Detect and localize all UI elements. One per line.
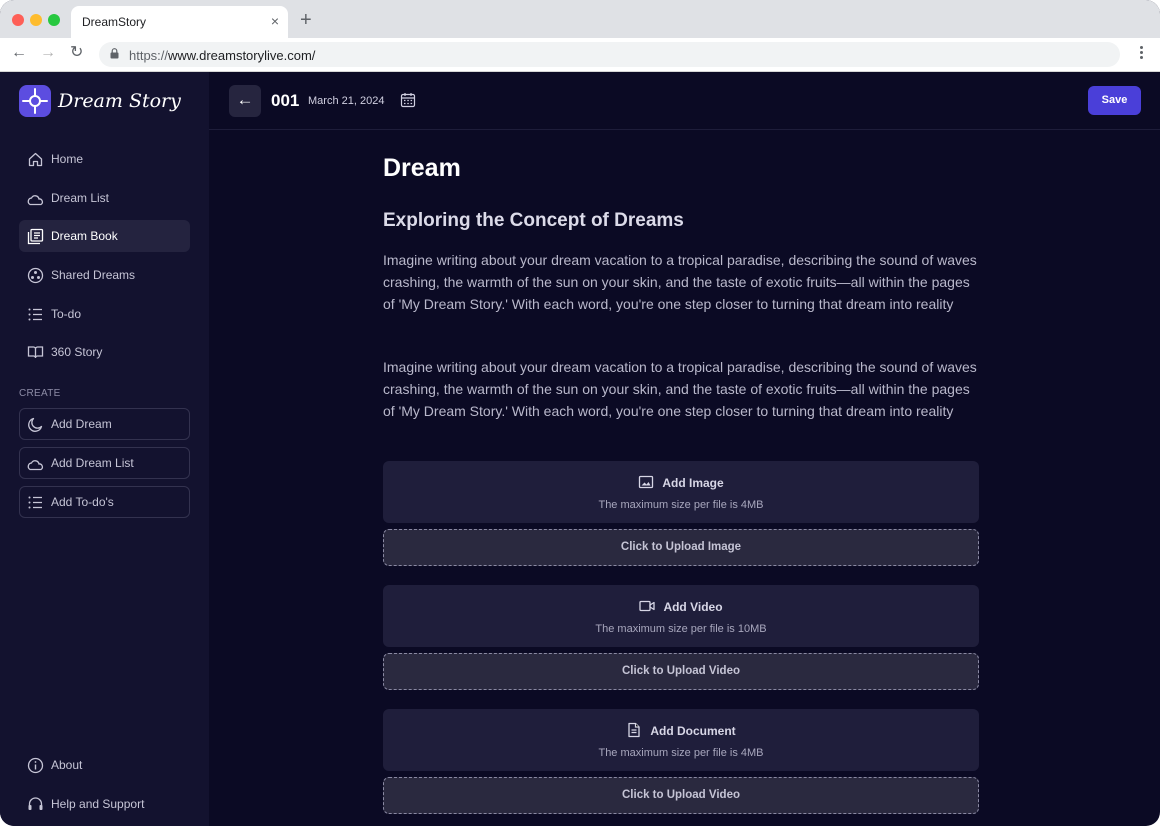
browser-menu-icon[interactable] xyxy=(1140,46,1144,61)
add-to-dos-label: Add To-do's xyxy=(51,495,114,509)
dream-subtitle[interactable]: Exploring the Concept of Dreams xyxy=(383,210,684,232)
add-document-title: Add Document xyxy=(383,722,979,738)
book-icon xyxy=(27,228,44,245)
new-tab-button[interactable]: + xyxy=(300,10,312,30)
browser-back-button[interactable]: ← xyxy=(11,44,27,62)
sidebar-item-help[interactable]: Help and Support xyxy=(19,788,190,820)
add-video-card: Add Video The maximum size per file is 1… xyxy=(383,585,979,647)
dream-list-icon xyxy=(27,460,44,471)
tab-title: DreamStory xyxy=(82,15,147,29)
upload-image-button[interactable]: Click to Upload Image xyxy=(383,529,979,566)
calendar-icon[interactable] xyxy=(400,92,416,108)
browser-tab[interactable]: DreamStory × xyxy=(71,6,288,38)
add-dream-label: Add Dream xyxy=(51,417,112,431)
minimize-window-button[interactable] xyxy=(30,14,42,26)
add-dream-list-label: Add Dream List xyxy=(51,456,134,470)
tab-close-icon[interactable]: × xyxy=(271,13,279,29)
sidebar-item-home[interactable]: Home xyxy=(19,143,190,175)
sidebar-item-dream-list[interactable]: Dream List xyxy=(19,182,190,214)
sidebar-item-dream-book[interactable]: Dream Book xyxy=(19,220,190,252)
browser-window: DreamStory × + ← → ↻ https://www.dreamst… xyxy=(0,0,1160,826)
create-section-label: CREATE xyxy=(19,388,61,399)
story-icon xyxy=(27,346,44,359)
document-icon xyxy=(628,722,640,738)
support-icon xyxy=(28,797,43,810)
sidebar-item-to-do[interactable]: To-do xyxy=(19,298,190,330)
moon-icon xyxy=(28,417,43,432)
add-image-card: Add Image The maximum size per file is 4… xyxy=(383,461,979,523)
upload-video-button[interactable]: Click to Upload Video xyxy=(383,653,979,690)
browser-toolbar: ← → ↻ https://www.dreamstorylive.com/ xyxy=(0,38,1160,72)
reload-icon[interactable]: ↻ xyxy=(70,44,83,62)
sidebar-item-label: Dream List xyxy=(51,191,110,205)
add-to-dos-button[interactable]: Add To-do's xyxy=(19,486,190,518)
video-icon xyxy=(639,600,656,612)
list-icon xyxy=(28,308,42,321)
sidebar-item-shared-dreams[interactable]: Shared Dreams xyxy=(19,259,190,291)
sidebar-item-label: Shared Dreams xyxy=(51,268,136,282)
tab-strip: DreamStory × + xyxy=(0,0,1160,38)
sidebar-item-360-story[interactable]: 360 Story xyxy=(19,336,190,368)
add-document-card: Add Document The maximum size per file i… xyxy=(383,709,979,771)
address-bar[interactable]: https://www.dreamstorylive.com/ xyxy=(99,42,1120,67)
entry-number: 001 xyxy=(271,91,300,110)
entry-date: March 21, 2024 xyxy=(308,95,385,107)
close-window-button[interactable] xyxy=(12,14,24,26)
back-button[interactable]: ← xyxy=(229,85,261,117)
logo-icon xyxy=(19,85,51,117)
browser-forward-button[interactable]: → xyxy=(40,44,56,62)
logo-text: Dream Story xyxy=(58,90,181,112)
sidebar-item-label: Dream Book xyxy=(51,229,118,243)
shared-icon xyxy=(27,267,44,284)
list-icon xyxy=(28,496,42,509)
add-image-note: The maximum size per file is 4MB xyxy=(598,499,764,511)
image-icon xyxy=(639,475,654,489)
add-dream-button[interactable]: Add Dream xyxy=(19,408,190,440)
lock-icon xyxy=(110,48,119,59)
save-button[interactable]: Save xyxy=(1088,86,1141,115)
sidebar-item-about[interactable]: About xyxy=(19,749,190,781)
add-video-title: Add Video xyxy=(383,598,979,614)
dream-paragraph[interactable]: Imagine writing about your dream vacatio… xyxy=(383,249,979,315)
add-document-note: The maximum size per file is 4MB xyxy=(598,747,764,759)
add-image-title: Add Image xyxy=(383,474,979,490)
add-video-note: The maximum size per file is 10MB xyxy=(595,623,767,635)
editor-header: ← 001 March 21, 2024 Save xyxy=(209,72,1160,130)
sidebar-item-label: 360 Story xyxy=(51,345,103,359)
dream-paragraph[interactable]: Imagine writing about your dream vacatio… xyxy=(383,356,979,422)
url-text: https://www.dreamstorylive.com/ xyxy=(129,48,316,63)
sidebar-item-label: To-do xyxy=(51,307,82,321)
page-title: Dream xyxy=(383,154,461,182)
upload-document-button[interactable]: Click to Upload Video xyxy=(383,777,979,814)
info-icon xyxy=(27,757,44,774)
sidebar-item-label: Home xyxy=(51,152,84,166)
sidebar: Dream Story Home Dream List Dream Book S… xyxy=(0,72,209,826)
add-dream-list-button[interactable]: Add Dream List xyxy=(19,447,190,479)
home-icon xyxy=(28,152,43,167)
browser-chrome: DreamStory × + ← → ↻ https://www.dreamst… xyxy=(0,0,1160,72)
sidebar-item-label: About xyxy=(51,758,83,772)
sidebar-item-label: Help and Support xyxy=(51,797,145,811)
maximize-window-button[interactable] xyxy=(48,14,60,26)
dream-list-icon xyxy=(27,195,44,206)
